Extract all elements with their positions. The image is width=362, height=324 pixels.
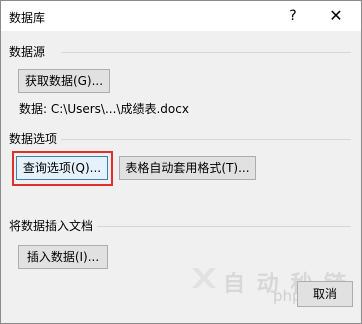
close-button[interactable]: ✕ [313, 1, 359, 31]
help-button[interactable]: ? [273, 1, 313, 31]
dialog-title: 数据库 [9, 11, 46, 25]
get-data-button[interactable]: 获取数据(G)... [18, 69, 110, 93]
table-autoformat-button[interactable]: 表格自动套用格式(T)... [119, 156, 256, 180]
insert-data-button[interactable]: 插入数据(I)... [18, 245, 108, 269]
datasource-heading: 数据源 [9, 45, 46, 59]
options-heading: 数据选项 [9, 132, 58, 146]
data-path-text: 数据: C:\Users\...\成绩表.docx [19, 102, 189, 116]
database-dialog: 数据库 ? ✕ 数据源 获取数据(G)... 数据: C:\Users\...\… [0, 0, 362, 324]
insert-heading: 将数据插入文档 [9, 219, 94, 233]
insert-divider [97, 226, 351, 227]
watermark-logo-icon [192, 268, 216, 288]
cancel-button[interactable]: 取消 [297, 281, 353, 307]
options-divider [61, 139, 351, 140]
title-bar: 数据库 ? ✕ [1, 1, 361, 31]
datasource-divider [61, 52, 351, 53]
red-highlight-box [12, 151, 113, 186]
